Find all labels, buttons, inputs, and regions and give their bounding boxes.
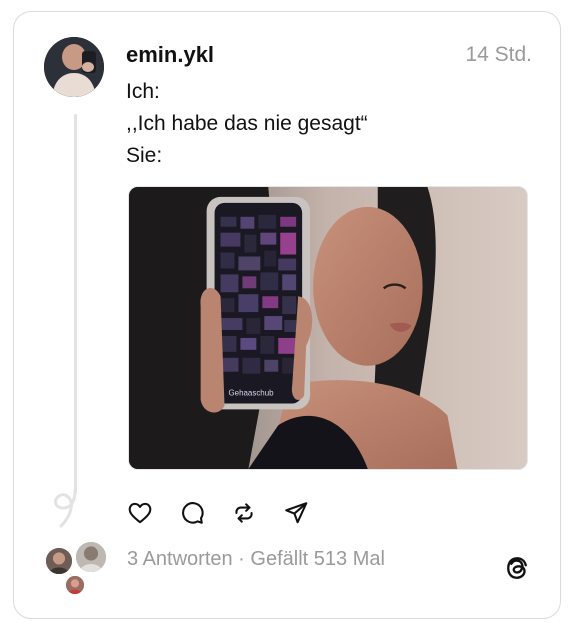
- post-stats: 3 Antworten · Gefällt 513 Mal: [127, 548, 385, 571]
- like-button[interactable]: [126, 499, 154, 527]
- likes-count[interactable]: Gefällt 513 Mal: [250, 548, 385, 570]
- avatar: [64, 574, 86, 596]
- thread-line: [74, 114, 77, 494]
- author-username[interactable]: emin.ykl: [126, 42, 214, 68]
- threads-logo-icon[interactable]: [503, 554, 531, 582]
- thread-loop-icon: [54, 488, 77, 528]
- post-text-line: Sie:: [126, 144, 163, 167]
- reply-avatars[interactable]: [44, 540, 110, 598]
- repost-button[interactable]: [230, 499, 258, 527]
- phone-label: Gehaaschub: [229, 389, 275, 398]
- comment-icon: [182, 502, 204, 524]
- avatar: [44, 546, 74, 576]
- reply-button[interactable]: [178, 499, 206, 527]
- post-text-line: ,,Ich habe das nie gesagt“: [126, 112, 368, 135]
- share-button[interactable]: [282, 499, 310, 527]
- stats-separator: ·: [232, 548, 251, 570]
- avatar: [74, 540, 108, 574]
- post-text-line: Ich:: [126, 80, 160, 103]
- post-timestamp: 14 Std.: [465, 43, 532, 66]
- author-avatar[interactable]: [44, 37, 104, 97]
- send-icon: [285, 502, 308, 524]
- post-actions: [126, 499, 334, 527]
- post-image[interactable]: Gehaaschub: [128, 186, 528, 470]
- post-text: Ich: ,,Ich habe das nie gesagt“ Sie:: [126, 76, 368, 172]
- repost-icon: [235, 503, 253, 523]
- heart-icon: [128, 502, 152, 524]
- replies-count[interactable]: 3 Antworten: [127, 548, 233, 570]
